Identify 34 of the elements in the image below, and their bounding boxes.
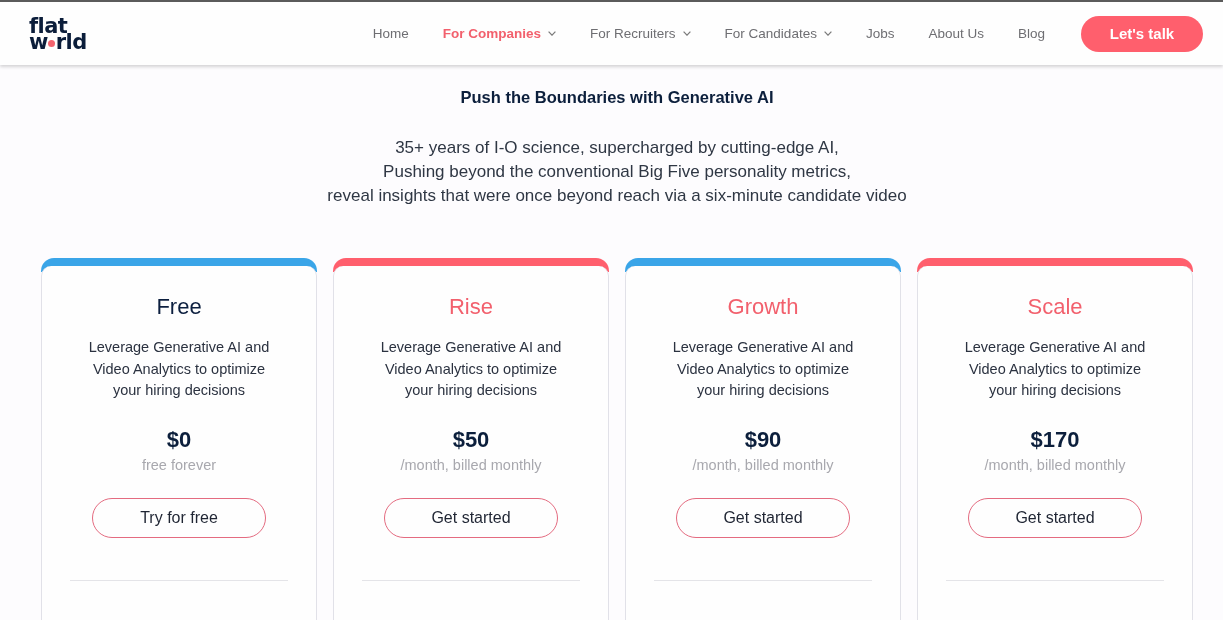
billing-note: /month, billed monthly bbox=[692, 455, 834, 475]
nav-link[interactable]: For Candidates bbox=[724, 26, 832, 41]
billing-note: free forever bbox=[141, 455, 217, 475]
plan-button[interactable]: Get started bbox=[384, 497, 558, 538]
nav-link[interactable]: For Recruiters bbox=[590, 26, 691, 41]
lets-talk-button[interactable]: Let's talk bbox=[1081, 15, 1203, 52]
nav-link[interactable]: For Companies bbox=[442, 26, 557, 41]
intro-paragraph: 35+ years of I-O science, supercharged by cutting-edge AI, Pushing beyond the conventional Big Five personality metrics, reveal insights that were once beyond reach via a six-minute candidate video bbox=[327, 137, 907, 207]
nav-link[interactable]: Blog bbox=[1017, 26, 1045, 41]
plan-name: Free bbox=[156, 293, 202, 321]
dot-icon bbox=[47, 40, 55, 47]
plan-name: Rise bbox=[449, 293, 493, 321]
plan-price: $90 bbox=[744, 425, 782, 454]
plan-price: $50 bbox=[452, 425, 490, 454]
nav-link[interactable]: Jobs bbox=[865, 26, 895, 41]
nav-link[interactable]: Home bbox=[372, 26, 409, 41]
plan-description: Leverage Generative AI and Video Analytics to optimize your hiring decisions bbox=[963, 338, 1147, 400]
plan-button[interactable]: Get started bbox=[676, 497, 850, 538]
logo-text: flat bbox=[29, 18, 68, 34]
logo-text: w bbox=[29, 34, 48, 50]
plan-price: $0 bbox=[166, 425, 192, 454]
plan-button[interactable]: Get started bbox=[968, 497, 1142, 538]
plan-name: Growth bbox=[727, 293, 799, 321]
billing-note: /month, billed monthly bbox=[984, 455, 1126, 475]
nav-link[interactable]: About Us bbox=[928, 26, 984, 41]
plan-description: Leverage Generative AI and Video Analytics to optimize your hiring decisions bbox=[671, 338, 855, 400]
plan-description: Leverage Generative AI and Video Analytics to optimize your hiring decisions bbox=[87, 338, 271, 400]
plan-description: Leverage Generative AI and Video Analytics to optimize your hiring decisions bbox=[379, 338, 563, 400]
plan-price: $170 bbox=[1030, 425, 1080, 454]
billing-note: /month, billed monthly bbox=[400, 455, 542, 475]
section-heading: Push the Boundaries with Generative AI bbox=[460, 87, 774, 107]
logo-text: rld bbox=[55, 34, 87, 50]
plan-button[interactable]: Try for free bbox=[92, 497, 266, 538]
plan-name: Scale bbox=[1027, 293, 1083, 321]
